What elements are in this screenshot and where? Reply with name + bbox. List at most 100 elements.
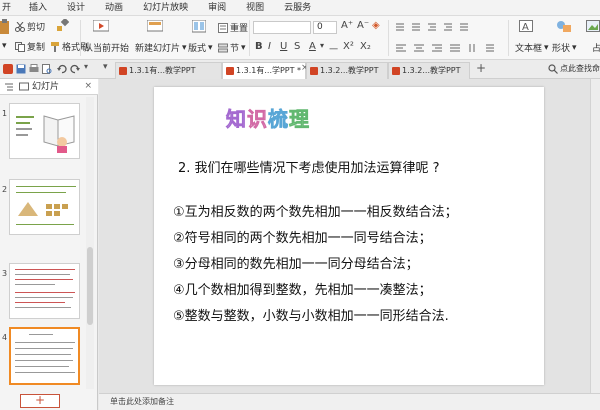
undo-icon[interactable] bbox=[57, 64, 67, 74]
slide-title-wordart[interactable]: 知识梳理 bbox=[226, 103, 310, 132]
ppt-file-icon bbox=[392, 67, 400, 75]
copy-button[interactable]: 复制 bbox=[15, 40, 45, 53]
redo-icon[interactable] bbox=[70, 64, 80, 74]
quick-access-chevron-icon[interactable]: ▾ bbox=[84, 62, 88, 71]
wps-logo-icon[interactable] bbox=[3, 64, 13, 74]
shapes-icon[interactable] bbox=[556, 20, 572, 33]
slide-bullet-3[interactable]: ③分母相同的数先相加一一同分母结合法； bbox=[173, 253, 419, 272]
notes-bar[interactable]: 单击此处添加备注 bbox=[99, 393, 600, 410]
new-slide-icon[interactable] bbox=[147, 20, 163, 34]
panel-scrollbar[interactable] bbox=[86, 97, 94, 389]
menu-item-animation[interactable]: 动画 bbox=[95, 0, 133, 16]
section-button[interactable]: 节 ▾ bbox=[218, 41, 246, 54]
subscript-icon[interactable]: X₂ bbox=[360, 41, 371, 52]
shape-label: 形状 bbox=[552, 44, 571, 54]
clear-format-icon[interactable]: ◈ bbox=[372, 20, 380, 31]
shrink-font-icon[interactable]: A⁻ bbox=[357, 20, 369, 31]
section-icon bbox=[218, 43, 228, 52]
tab-list-chevron-icon[interactable]: ▾ bbox=[103, 62, 108, 72]
cut-button[interactable]: 剪切 bbox=[15, 20, 45, 33]
add-slide-button[interactable]: + bbox=[20, 394, 60, 408]
doc-tab-3[interactable]: 1.3.2...教学PPT bbox=[306, 62, 388, 79]
align-icons[interactable] bbox=[394, 42, 504, 54]
doc-tab-label: 1.3.1有...教学PPT bbox=[129, 66, 196, 75]
search-icon[interactable] bbox=[548, 64, 558, 74]
slide-thumbnail-3[interactable] bbox=[9, 263, 80, 319]
slide-number: 1 bbox=[2, 109, 8, 118]
ppt-file-icon bbox=[226, 67, 234, 75]
menu-item-cloud[interactable]: 云服务 bbox=[274, 0, 321, 16]
chevron-down-icon: ▾ bbox=[208, 42, 213, 53]
doc-tab-label: 1.3.1有...学PPT * bbox=[236, 66, 302, 75]
slide-thumbnail-1[interactable] bbox=[9, 103, 80, 159]
font-name-select[interactable] bbox=[253, 21, 311, 34]
slide-thumbnail-2[interactable] bbox=[9, 179, 80, 235]
reset-icon bbox=[218, 22, 228, 33]
chevron-down-icon: ▾ bbox=[2, 41, 7, 51]
ribbon-separator bbox=[80, 20, 81, 56]
play-slideshow-icon[interactable] bbox=[93, 20, 109, 34]
strikethrough-icon[interactable]: ㅡ bbox=[329, 41, 338, 56]
font-size-select[interactable]: 0 bbox=[313, 21, 337, 34]
menu-item-insert[interactable]: 插入 bbox=[19, 0, 57, 16]
paste-icon[interactable] bbox=[0, 19, 10, 37]
svg-text:A: A bbox=[522, 22, 529, 33]
shape-button[interactable]: 形状 ▾ bbox=[552, 41, 577, 55]
reset-button[interactable]: 重置 bbox=[218, 21, 248, 34]
new-tab-button[interactable]: + bbox=[476, 61, 486, 75]
play-from-current-label: 从当前开始 bbox=[84, 44, 130, 54]
ribbon-separator bbox=[249, 20, 250, 56]
slide-number: 3 bbox=[2, 269, 8, 278]
font-color-icon[interactable]: A bbox=[309, 41, 316, 52]
slide-question-text[interactable]: 2. 我们在哪些情况下考虑使用加法运算律呢 ? bbox=[178, 157, 440, 176]
slide-thumbnail-4-selected[interactable] bbox=[9, 327, 80, 385]
menu-item-start[interactable]: 开 bbox=[0, 0, 19, 16]
slides-view-icon[interactable] bbox=[19, 82, 29, 92]
chevron-down-icon: ▾ bbox=[572, 42, 577, 53]
slide-thumbnail-panel: 幻灯片 × 1 2 3 4 + bbox=[0, 79, 98, 410]
layout-button[interactable]: 版式 ▾ bbox=[188, 41, 213, 55]
menu-item-design[interactable]: 设计 bbox=[57, 0, 95, 16]
paste-dropdown[interactable]: ▾ bbox=[2, 41, 7, 51]
scissors-icon bbox=[15, 21, 25, 32]
italic-icon[interactable]: I bbox=[268, 41, 271, 52]
underline-icon[interactable]: U bbox=[280, 41, 287, 52]
slide-bullet-2[interactable]: ②符号相同的两个数先相加一一同号结合法； bbox=[173, 227, 432, 246]
bold-icon[interactable]: B bbox=[255, 41, 263, 52]
list-format-icons[interactable] bbox=[394, 21, 474, 33]
print-preview-icon[interactable] bbox=[42, 64, 52, 74]
slide-bullet-1[interactable]: ①互为相反数的两个数先相加一一相反数结合法； bbox=[173, 201, 458, 220]
chevron-down-icon[interactable]: ▾ bbox=[320, 41, 324, 50]
outline-view-icon[interactable] bbox=[4, 82, 14, 92]
grow-font-icon[interactable]: A⁺ bbox=[341, 20, 353, 31]
slide-bullet-5[interactable]: ⑤整数与整数，小数与小数相加一一同形结合法. bbox=[173, 305, 449, 324]
textbox-button[interactable]: 文本框 ▾ bbox=[515, 41, 549, 55]
doc-tab-4[interactable]: 1.3.2...教学PPT bbox=[388, 62, 470, 79]
doc-tab-2[interactable]: 1.3.1有...学PPT * bbox=[222, 62, 306, 79]
layout-icon[interactable] bbox=[192, 20, 206, 33]
play-from-current-button[interactable]: 从当前开始 bbox=[84, 41, 129, 54]
close-panel-icon[interactable]: × bbox=[84, 81, 92, 91]
print-icon[interactable] bbox=[29, 64, 39, 74]
save-icon[interactable] bbox=[16, 64, 26, 74]
current-slide[interactable]: 知识梳理 2. 我们在哪些情况下考虑使用加法运算律呢 ? ①互为相反数的两个数先… bbox=[154, 87, 544, 385]
slide-bullet-4[interactable]: ④几个数相加得到整数，先相加一一凑整法； bbox=[173, 279, 432, 298]
textbox-icon[interactable]: A bbox=[519, 20, 533, 33]
menu-item-slideshow[interactable]: 幻灯片放映 bbox=[133, 0, 198, 16]
menu-item-review[interactable]: 审阅 bbox=[198, 0, 236, 16]
doc-tab-1[interactable]: 1.3.1有...教学PPT bbox=[115, 62, 222, 79]
new-slide-button[interactable]: 新建幻灯片 ▾ bbox=[135, 41, 187, 55]
slides-tab[interactable]: 幻灯片 bbox=[32, 79, 59, 95]
ribbon-toolbar: ▾ 剪切 复制 格式刷 从当前开始 新建幻灯片 ▾ 版式 ▾ 重置 节 ▾ 0 … bbox=[0, 16, 600, 60]
panel-scrollbar-thumb[interactable] bbox=[87, 247, 93, 325]
brush-icon bbox=[51, 41, 59, 52]
shadow-icon[interactable]: S bbox=[294, 41, 300, 52]
search-command-hint[interactable]: 点此查找命 bbox=[560, 63, 600, 74]
brush-large-icon[interactable] bbox=[55, 19, 69, 33]
picture-icon[interactable] bbox=[586, 20, 600, 33]
doc-tab-label: 1.3.2...教学PPT bbox=[402, 66, 461, 75]
superscript-icon[interactable]: X² bbox=[343, 41, 354, 52]
menu-item-view[interactable]: 视图 bbox=[236, 0, 274, 16]
panel-header: 幻灯片 × bbox=[0, 79, 98, 95]
right-scrollbar[interactable] bbox=[590, 79, 600, 393]
